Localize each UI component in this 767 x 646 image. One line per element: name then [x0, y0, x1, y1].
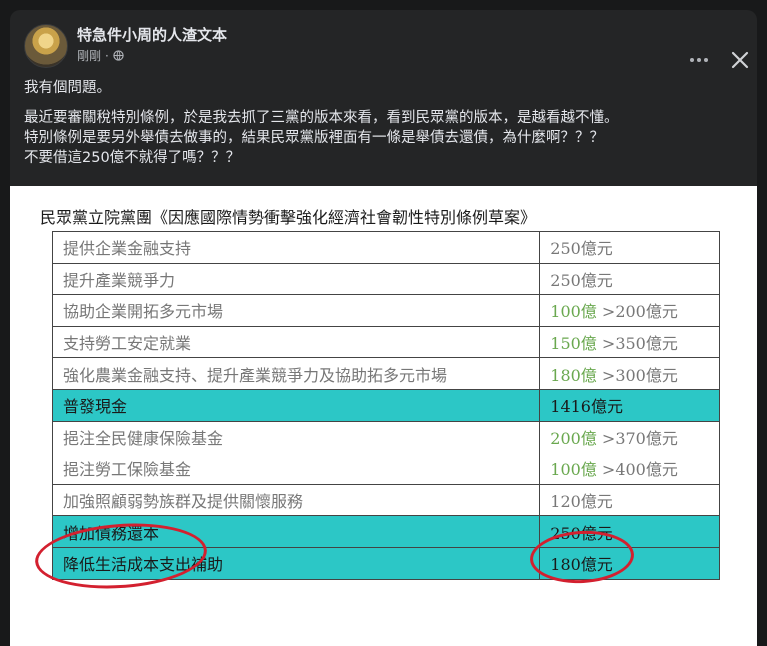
post-card: 特急件小周的人渣文本 剛剛 · 我有個問題。 最近要審關稅特別條例，於是我去抓了… — [10, 10, 757, 646]
author-avatar[interactable] — [24, 24, 68, 68]
meta-dot: · — [105, 48, 109, 63]
row-item: 強化農業金融支持、提升產業競爭力及協助拓多元市場 — [51, 357, 541, 390]
amount-value: >400億元 — [601, 460, 678, 480]
post-line: 最近要審關稅特別條例，於是我去抓了三黨的版本來看，看到民眾黨的版本，是越看越不懂… — [24, 110, 619, 126]
row-amount: 250億元 — [539, 231, 720, 264]
amount-value: >350億元 — [601, 334, 678, 354]
amount-value: 250億元 — [550, 270, 613, 290]
table-row: 支持勞工安定就業 150億 >350億元 — [51, 325, 720, 359]
row-amount: 150億 >350億元 — [539, 325, 720, 359]
post-line: 我有個問題。 — [24, 80, 111, 96]
image-title: 民眾黨立院黨團《因應國際情勢衝擊強化經濟社會韌性特別條例草案》 — [40, 208, 537, 227]
table-row: 強化農業金融支持、提升產業競爭力及協助拓多元市場 180億 >300億元 — [51, 357, 720, 390]
row-item: 加強照顧弱勢族群及提供關懷服務 — [51, 483, 541, 517]
row-amount: 120億元 — [539, 483, 720, 517]
more-icon-dot — [704, 58, 708, 62]
amount-new: 100億 — [550, 460, 597, 480]
post-line: 特別條例是要另外舉債去做事的，結果民眾黨版裡面有一條是舉債去還債，為什麼啊？？？ — [24, 130, 604, 146]
row-amount: 1416億元 — [539, 388, 720, 422]
table-row: 提供企業金融支持 250億元 — [51, 231, 720, 264]
amount-value: >300億元 — [601, 365, 678, 385]
post-text: 我有個問題。 最近要審關稅特別條例，於是我去抓了三黨的版本來看，看到民眾黨的版本… — [24, 78, 744, 168]
more-icon-dot — [697, 58, 701, 62]
amount-value: 1416億元 — [550, 397, 623, 417]
row-amount: 250億元 — [539, 262, 720, 296]
post-image[interactable]: 民眾黨立院黨團《因應國際情勢衝擊強化經濟社會韌性特別條例草案》 提供企業金融支持… — [10, 186, 757, 646]
table-row: 加強照顧弱勢族群及提供關懷服務 120億元 — [51, 483, 720, 517]
row-amount: 200億 >370億元 — [539, 420, 720, 453]
post-line: 不要借這250億不就得了嗎？？？ — [24, 150, 241, 166]
row-item: 協助企業開拓多元市場 — [51, 294, 541, 327]
more-options-button[interactable] — [688, 55, 710, 65]
close-icon[interactable] — [728, 48, 752, 72]
amount-value: 120億元 — [550, 492, 613, 512]
post-time[interactable]: 剛剛 — [77, 47, 101, 64]
amount-value: >200億元 — [601, 302, 678, 322]
author-name[interactable]: 特急件小周的人渣文本 — [77, 24, 227, 45]
amount-new: 150億 — [550, 334, 597, 354]
row-item: 提升產業競爭力 — [51, 262, 541, 296]
amount-value: >370億元 — [601, 429, 678, 449]
row-amount: 180億 >300億元 — [539, 357, 720, 390]
row-item: 挹注勞工保險基金 — [51, 452, 541, 485]
table-row: 協助企業開拓多元市場 100億 >200億元 — [51, 294, 720, 327]
amount-new: 100億 — [550, 302, 597, 322]
amount-new: 200億 — [550, 429, 597, 449]
row-item: 普發現金 — [51, 388, 541, 422]
row-amount: 100億 >400億元 — [539, 452, 720, 485]
amount-new: 180億 — [550, 365, 597, 385]
row-item: 提供企業金融支持 — [51, 231, 541, 264]
table-row: 普發現金 1416億元 — [51, 388, 720, 422]
table-row: 挹注全民健康保險基金 200億 >370億元 — [51, 420, 720, 453]
row-item: 挹注全民健康保險基金 — [51, 420, 541, 453]
row-item: 支持勞工安定就業 — [51, 325, 541, 359]
post-header: 特急件小周的人渣文本 剛剛 · — [24, 24, 749, 69]
post-meta: 剛剛 · — [77, 47, 124, 64]
globe-icon — [113, 50, 124, 61]
table-row: 挹注勞工保險基金 100億 >400億元 — [51, 452, 720, 485]
table-row: 提升產業競爭力 250億元 — [51, 262, 720, 296]
more-icon-dot — [690, 58, 694, 62]
row-amount: 100億 >200億元 — [539, 294, 720, 327]
amount-value: 250億元 — [550, 239, 613, 259]
